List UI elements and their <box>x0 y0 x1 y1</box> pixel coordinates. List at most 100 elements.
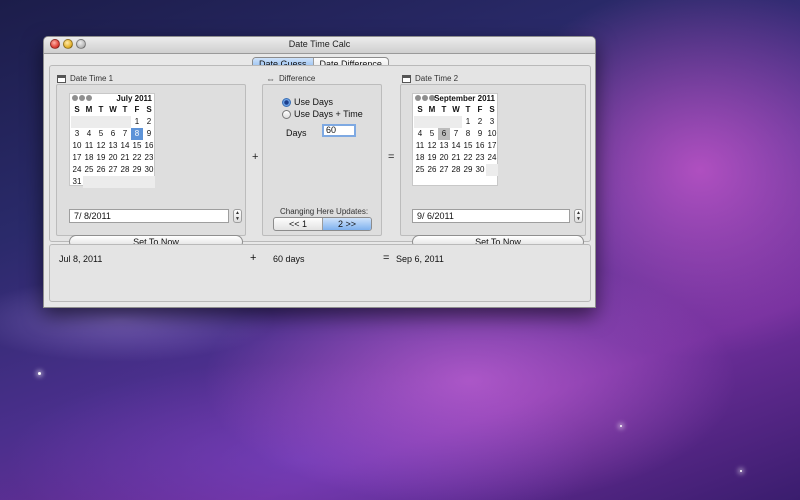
calendar-day[interactable]: 26 <box>426 164 438 176</box>
title-bar[interactable]: Date Time Calc <box>44 37 595 54</box>
calendar-day[interactable]: 15 <box>131 140 143 152</box>
calendar-day[interactable]: 8 <box>462 128 474 140</box>
calendar-day[interactable]: 11 <box>414 140 426 152</box>
calendar-day[interactable]: 29 <box>131 164 143 176</box>
calendar-day[interactable]: 18 <box>83 152 95 164</box>
calendar-day[interactable]: 30 <box>143 164 155 176</box>
calendar-day[interactable]: 19 <box>426 152 438 164</box>
today-icon[interactable] <box>422 95 428 101</box>
date-time-1-label: Date Time 1 <box>70 74 114 83</box>
calendar-grid: S M T W T F S 1 2 3 4 5 6 7 8 9 10 11 12 13 14 15 16 17 18 19 20 21… <box>413 104 498 176</box>
calendar-day[interactable]: 1 <box>462 116 474 128</box>
calendar-day[interactable]: 25 <box>83 164 95 176</box>
days-input[interactable]: 60 <box>322 124 356 137</box>
calendar-day[interactable]: 7 <box>119 128 131 140</box>
calendar-day[interactable]: 14 <box>119 140 131 152</box>
date-stepper-2[interactable]: ▲ ▼ <box>574 209 583 223</box>
calendar-day[interactable]: 17 <box>71 152 83 164</box>
calendar-day[interactable]: 3 <box>71 128 83 140</box>
update-date-2-segment[interactable]: 2 >> <box>323 218 371 230</box>
calendar-day[interactable]: 6 <box>107 128 119 140</box>
calendar-day[interactable]: 15 <box>462 140 474 152</box>
calendar-grid: S M T W T F S 1 2 3 4 5 6 7 8 9 10 11 12 13 14 15 16 17 18 19 20 21… <box>70 104 155 188</box>
calendar-day[interactable]: 17 <box>486 140 498 152</box>
calendar-day[interactable]: 21 <box>450 152 462 164</box>
calendar-day[interactable]: 2 <box>474 116 486 128</box>
date-stepper-1[interactable]: ▲ ▼ <box>233 209 242 223</box>
app-window: Date Time Calc Date Guess Date Differenc… <box>43 36 596 308</box>
calendar-day[interactable]: 21 <box>119 152 131 164</box>
plus-sign: + <box>252 151 259 163</box>
calendar-day[interactable]: 18 <box>414 152 426 164</box>
calendar-day[interactable]: 4 <box>83 128 95 140</box>
next-month-icon[interactable] <box>86 95 92 101</box>
calendar-day[interactable]: 24 <box>486 152 498 164</box>
calendar-day[interactable]: 1 <box>131 116 143 128</box>
calendar-day[interactable]: 19 <box>95 152 107 164</box>
calendar-day[interactable]: 13 <box>107 140 119 152</box>
radio-use-days-time[interactable]: Use Days + Time <box>282 109 363 119</box>
prev-month-icon[interactable] <box>415 95 421 101</box>
calendar-day[interactable]: 23 <box>474 152 486 164</box>
calendar-right[interactable]: September 2011 S M T W T F S 1 2 3 4 5 6 7 8 9 10 11 12 13 1… <box>412 93 498 186</box>
radio-use-days[interactable]: Use Days <box>282 97 333 107</box>
radio-button-selected[interactable] <box>282 97 291 107</box>
date-field-2[interactable]: 9/ 6/2011 <box>412 209 570 223</box>
calendar-day[interactable]: 22 <box>131 152 143 164</box>
date-time-2-label: Date Time 2 <box>415 74 459 83</box>
calendar-day[interactable]: 10 <box>486 128 498 140</box>
calendar-day[interactable]: 14 <box>450 140 462 152</box>
calendar-day[interactable]: 16 <box>143 140 155 152</box>
calendar-day[interactable]: 20 <box>438 152 450 164</box>
calendar-day[interactable]: 2 <box>143 116 155 128</box>
calendar-day[interactable]: 9 <box>143 128 155 140</box>
calendar-day[interactable]: 9 <box>474 128 486 140</box>
double-arrow-icon: ⇔ <box>266 73 275 84</box>
calendar-day[interactable]: 28 <box>119 164 131 176</box>
calendar-nav[interactable] <box>415 95 435 101</box>
date-field-1[interactable]: 7/ 8/2011 <box>69 209 229 223</box>
calendar-left[interactable]: July 2011 S M T W T F S 1 2 3 4 5 6 7 8 9 10 11 12 13 14 15 16… <box>69 93 155 188</box>
weekday-header: S <box>146 105 152 114</box>
calendar-day[interactable]: 27 <box>438 164 450 176</box>
calendar-day[interactable]: 8 <box>131 128 143 140</box>
calendar-day[interactable]: 6 <box>438 128 450 140</box>
calendar-day[interactable]: 28 <box>450 164 462 176</box>
calendar-day[interactable]: 12 <box>95 140 107 152</box>
calendar-day[interactable]: 13 <box>438 140 450 152</box>
calendar-nav[interactable] <box>72 95 92 101</box>
calendar-day[interactable]: 24 <box>71 164 83 176</box>
radio-button[interactable] <box>282 109 291 119</box>
update-target-segmented: << 1 2 >> <box>273 217 372 231</box>
calendar-icon <box>402 74 411 83</box>
calendar-day[interactable]: 27 <box>107 164 119 176</box>
calendar-day[interactable]: 7 <box>450 128 462 140</box>
calendar-day[interactable]: 29 <box>462 164 474 176</box>
calendar-day[interactable]: 30 <box>474 164 486 176</box>
calendar-day[interactable]: 3 <box>486 116 498 128</box>
empty-day <box>438 116 450 128</box>
calendar-day[interactable]: 4 <box>414 128 426 140</box>
calendar-day[interactable]: 31 <box>71 176 83 188</box>
empty-day <box>83 116 95 128</box>
calendar-day[interactable]: 23 <box>143 152 155 164</box>
calendar-day[interactable]: 20 <box>107 152 119 164</box>
calendar-day[interactable]: 25 <box>414 164 426 176</box>
calendar-day[interactable]: 11 <box>83 140 95 152</box>
weekday-header: T <box>98 105 104 114</box>
calendar-day[interactable]: 10 <box>71 140 83 152</box>
weekday-header: W <box>109 105 117 114</box>
calendar-day[interactable]: 12 <box>426 140 438 152</box>
calendar-month: September 2011 <box>434 94 495 103</box>
prev-month-icon[interactable] <box>72 95 78 101</box>
calendar-day[interactable]: 16 <box>474 140 486 152</box>
calculator-panel: Date Time 1 July 2011 S M T W T F S 1 2 3 4 5 6 7 8 9 10… <box>49 65 591 249</box>
update-date-1-segment[interactable]: << 1 <box>274 218 323 230</box>
calendar-day[interactable]: 22 <box>462 152 474 164</box>
today-icon[interactable] <box>79 95 85 101</box>
equals-sign: = <box>388 151 395 163</box>
calendar-day[interactable]: 26 <box>95 164 107 176</box>
calendar-day[interactable]: 5 <box>95 128 107 140</box>
calendar-day[interactable]: 5 <box>426 128 438 140</box>
weekday-header: S <box>489 105 495 114</box>
